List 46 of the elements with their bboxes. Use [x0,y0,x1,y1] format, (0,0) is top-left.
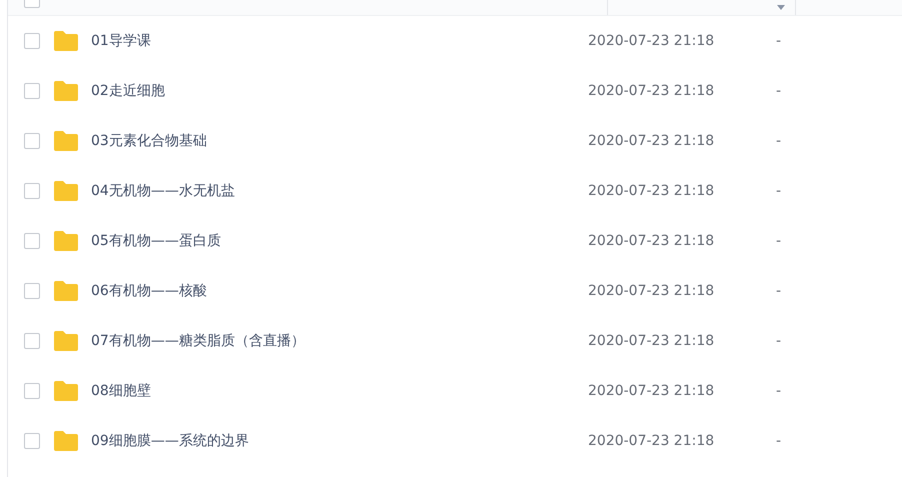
row-checkbox[interactable] [24,133,40,149]
row-checkbox[interactable] [24,283,40,299]
modified-time: 2020-07-23 21:18 [588,433,716,449]
file-size: - [776,83,782,99]
file-name[interactable]: 09细胞膜——系统的边界 [91,432,588,450]
row-checkbox[interactable] [24,33,40,49]
folder-icon [53,430,79,452]
file-size: - [776,383,782,399]
file-size: - [776,433,782,449]
folder-icon [53,330,79,352]
file-size: - [776,283,782,299]
file-name[interactable]: 03元素化合物基础 [91,132,588,150]
folder-icon [53,130,79,152]
folder-icon [53,80,79,102]
file-size: - [776,333,782,349]
file-name[interactable]: 08细胞壁 [91,382,588,400]
modified-time: 2020-07-23 21:18 [588,333,716,349]
file-size: - [776,33,782,49]
modified-time: 2020-07-23 21:18 [588,233,716,249]
file-name[interactable]: 04无机物——水无机盐 [91,182,588,200]
row-checkbox[interactable] [24,233,40,249]
file-size: - [776,183,782,199]
folder-icon [53,180,79,202]
folder-icon [53,30,79,52]
modified-time: 2020-07-23 21:18 [588,283,716,299]
row-checkbox[interactable] [24,433,40,449]
row-checkbox[interactable] [24,183,40,199]
modified-time: 2020-07-23 21:18 [588,383,716,399]
row-checkbox[interactable] [24,333,40,349]
file-size: - [776,233,782,249]
folder-icon [53,380,79,402]
file-size: - [776,133,782,149]
modified-time: 2020-07-23 21:18 [588,83,716,99]
modified-time: 2020-07-23 21:18 [588,33,716,49]
sort-caret-icon[interactable] [777,5,785,10]
file-name[interactable]: 05有机物——蛋白质 [91,232,588,250]
file-name[interactable]: 02走近细胞 [91,82,588,100]
row-checkbox[interactable] [24,383,40,399]
file-name[interactable]: 06有机物——核酸 [91,282,588,300]
folder-icon [53,280,79,302]
row-checkbox[interactable] [24,83,40,99]
modified-time: 2020-07-23 21:18 [588,133,716,149]
file-name[interactable]: 01导学课 [91,32,588,50]
modified-time: 2020-07-23 21:18 [588,183,716,199]
folder-icon [53,230,79,252]
file-name[interactable]: 07有机物——糖类脂质（含直播） [91,332,588,350]
